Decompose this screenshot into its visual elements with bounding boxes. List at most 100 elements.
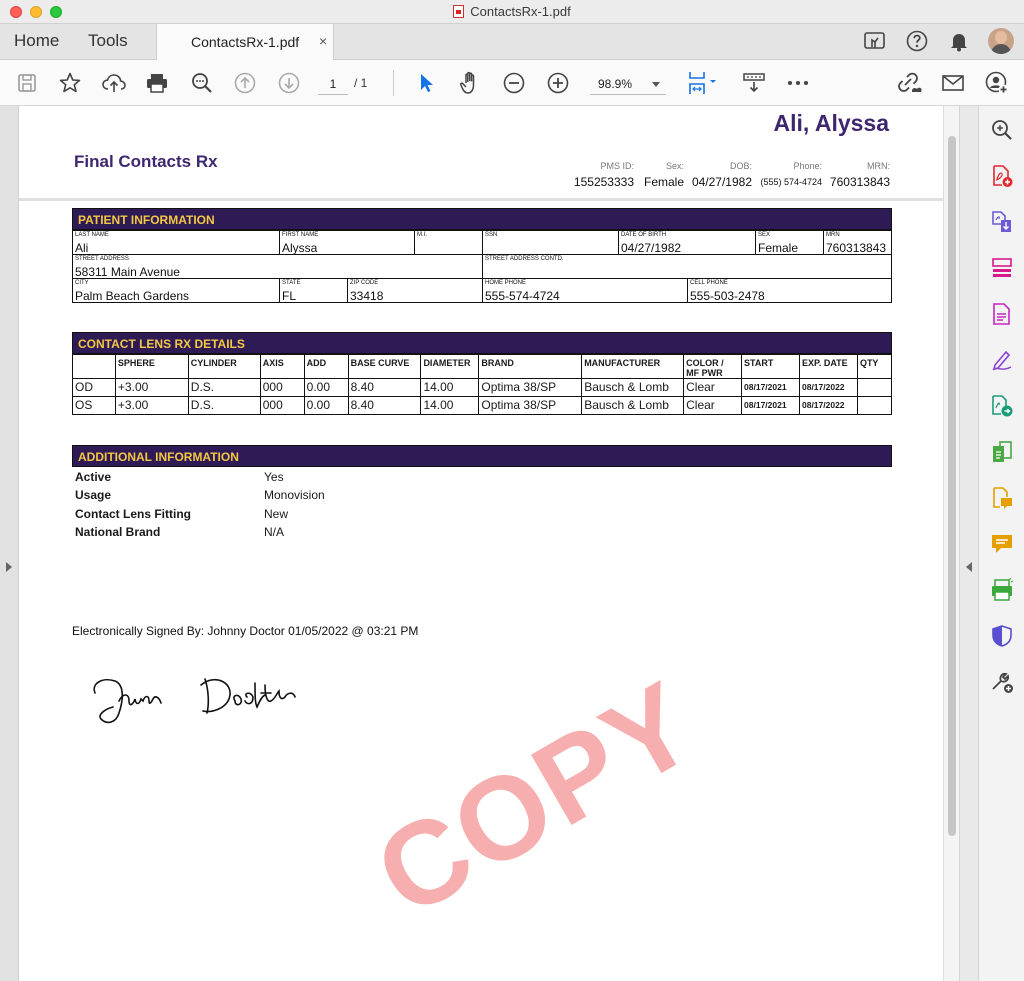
state-cell: STATE FL <box>279 279 347 303</box>
page-up-icon[interactable] <box>230 68 260 98</box>
rx-col-color: COLOR / MF PWR <box>683 354 743 379</box>
rx-col-manufacturer: MANUFACTURER <box>581 354 685 379</box>
additional-info-heading: ADDITIONAL INFORMATION <box>72 445 892 467</box>
rx-col-eye <box>72 354 116 379</box>
right-panel-toggle[interactable] <box>959 106 978 981</box>
rx-header-row: SPHERE CYLINDER AXIS ADD BASE CURVE DIAM… <box>72 354 893 379</box>
save-icon[interactable] <box>12 68 42 98</box>
header-mrn: MRN: 760313843 <box>829 161 890 189</box>
maximize-window-button[interactable] <box>50 6 62 18</box>
mi-cell: M.I. <box>414 231 482 254</box>
comment-doc-icon[interactable] <box>990 486 1014 510</box>
header-phone: Phone: (555) 574-4724 <box>760 161 822 187</box>
create-pdf-icon[interactable] <box>990 164 1014 188</box>
last-name-cell: LAST NAME Ali <box>75 232 109 255</box>
vertical-scrollbar[interactable] <box>943 106 959 981</box>
rx-cell <box>856 378 893 397</box>
comment-icon[interactable] <box>990 532 1014 556</box>
hand-icon[interactable] <box>455 68 485 98</box>
patient-info-row: CITY Palm Beach Gardens STATE FL ZIP COD… <box>73 278 891 303</box>
notifications-bell-icon[interactable] <box>946 28 972 54</box>
list-item: National Brand N/A <box>75 524 285 539</box>
tab-home[interactable]: Home <box>14 31 59 51</box>
scan-icon[interactable] <box>990 577 1014 602</box>
rx-cell: Optima 38/SP <box>478 396 583 415</box>
rx-cell: 0.00 <box>303 378 349 397</box>
city-cell: CITY Palm Beach Gardens <box>75 280 190 303</box>
rx-cell: 08/17/2021 <box>741 396 800 415</box>
rx-cell: 8.40 <box>347 378 422 397</box>
header-dob: DOB: 04/27/1982 <box>691 161 752 189</box>
user-avatar[interactable] <box>988 28 1014 54</box>
patient-info-heading: PATIENT INFORMATION <box>72 208 892 230</box>
bookmark-star-icon[interactable] <box>55 68 85 98</box>
tab-tools[interactable]: Tools <box>88 31 128 51</box>
rx-col-qty: QTY <box>856 354 893 379</box>
minimize-window-button[interactable] <box>30 6 42 18</box>
page-number-input[interactable]: 1 <box>318 73 348 95</box>
zoom-level-select[interactable]: 98.9% <box>590 73 666 95</box>
page-total: / 1 <box>354 76 368 90</box>
table-row: OS +3.00 D.S. 000 0.00 8.40 14.00 Optima… <box>72 396 893 415</box>
rx-cell: Clear <box>683 396 743 415</box>
rx-table: SPHERE CYLINDER AXIS ADD BASE CURVE DIAM… <box>72 354 893 415</box>
handwritten-signature <box>89 671 329 736</box>
rx-cell: 08/17/2022 <box>798 396 858 415</box>
share-link-icon[interactable] <box>894 68 924 98</box>
sex-cell: SEX Female <box>755 231 823 255</box>
email-icon[interactable] <box>938 68 968 98</box>
more-icon[interactable] <box>783 68 813 98</box>
help-icon[interactable] <box>904 28 930 54</box>
rx-col-cylinder: CYLINDER <box>187 354 261 379</box>
rx-cell: +3.00 <box>114 378 189 397</box>
compare-icon[interactable] <box>990 440 1014 464</box>
electronic-signature-line: Electronically Signed By: Johnny Doctor … <box>72 624 419 638</box>
rx-cell: Optima 38/SP <box>478 378 583 397</box>
protect-icon[interactable] <box>990 624 1014 648</box>
zoom-out-icon[interactable] <box>499 68 529 98</box>
edit-pdf-icon[interactable] <box>990 302 1014 326</box>
rx-cell: Clear <box>683 378 743 397</box>
rx-cell: 000 <box>259 378 305 397</box>
rx-cell: 8.40 <box>347 396 422 415</box>
rx-cell: 14.00 <box>420 378 480 397</box>
rx-cell: +3.00 <box>114 396 189 415</box>
upload-cloud-icon[interactable] <box>99 68 129 98</box>
send-review-icon[interactable] <box>990 394 1014 418</box>
export-pdf-icon[interactable] <box>990 210 1014 234</box>
more-tools-icon[interactable] <box>990 670 1014 694</box>
main-toolbar: 1 / 1 98.9% <box>0 60 1024 106</box>
header-sex: Sex: Female <box>643 161 684 189</box>
search-zoom-icon[interactable] <box>187 68 217 98</box>
street-address-cell: STREET ADDRESS 58311 Main Avenue <box>75 256 180 279</box>
zoom-in-icon[interactable] <box>543 68 573 98</box>
document-page: Ali, Alyssa Final Contacts Rx PMS ID: 15… <box>19 106 943 981</box>
left-panel-toggle[interactable] <box>0 106 19 981</box>
organize-pages-icon[interactable] <box>990 256 1014 280</box>
pdf-file-icon <box>453 5 465 18</box>
print-icon[interactable] <box>142 68 172 98</box>
document-title: Final Contacts Rx <box>74 152 218 171</box>
scrollbar-thumb[interactable] <box>948 136 956 836</box>
copy-watermark: COPY <box>355 656 718 943</box>
list-item: Contact Lens Fitting New <box>75 506 289 521</box>
rx-cell: 0.00 <box>303 396 349 415</box>
rx-cell: OS <box>72 396 116 415</box>
acrobat-window: ContactsRx-1.pdf Home Tools ContactsRx-1… <box>0 0 1024 981</box>
fit-page-icon[interactable] <box>684 68 724 98</box>
close-window-button[interactable] <box>10 6 22 18</box>
add-user-icon[interactable] <box>982 68 1012 98</box>
tab-document[interactable]: ContactsRx-1.pdf × <box>156 24 334 60</box>
page-down-icon[interactable] <box>274 68 304 98</box>
toolbar-divider <box>393 70 394 96</box>
rx-col-diameter: DIAMETER <box>420 354 480 379</box>
scroll-mode-icon[interactable] <box>739 68 769 98</box>
header-pms-id: PMS ID: 155253333 <box>573 161 634 189</box>
tools-rail <box>978 106 1024 981</box>
fill-sign-icon[interactable] <box>990 348 1014 372</box>
search-zoom-icon[interactable] <box>990 118 1014 142</box>
share-screen-icon[interactable] <box>862 28 888 54</box>
select-cursor-icon[interactable] <box>411 68 441 98</box>
close-tab-icon[interactable]: × <box>319 33 327 49</box>
additional-info-list: Active Yes Usage Monovision Contact Lens… <box>75 470 325 543</box>
